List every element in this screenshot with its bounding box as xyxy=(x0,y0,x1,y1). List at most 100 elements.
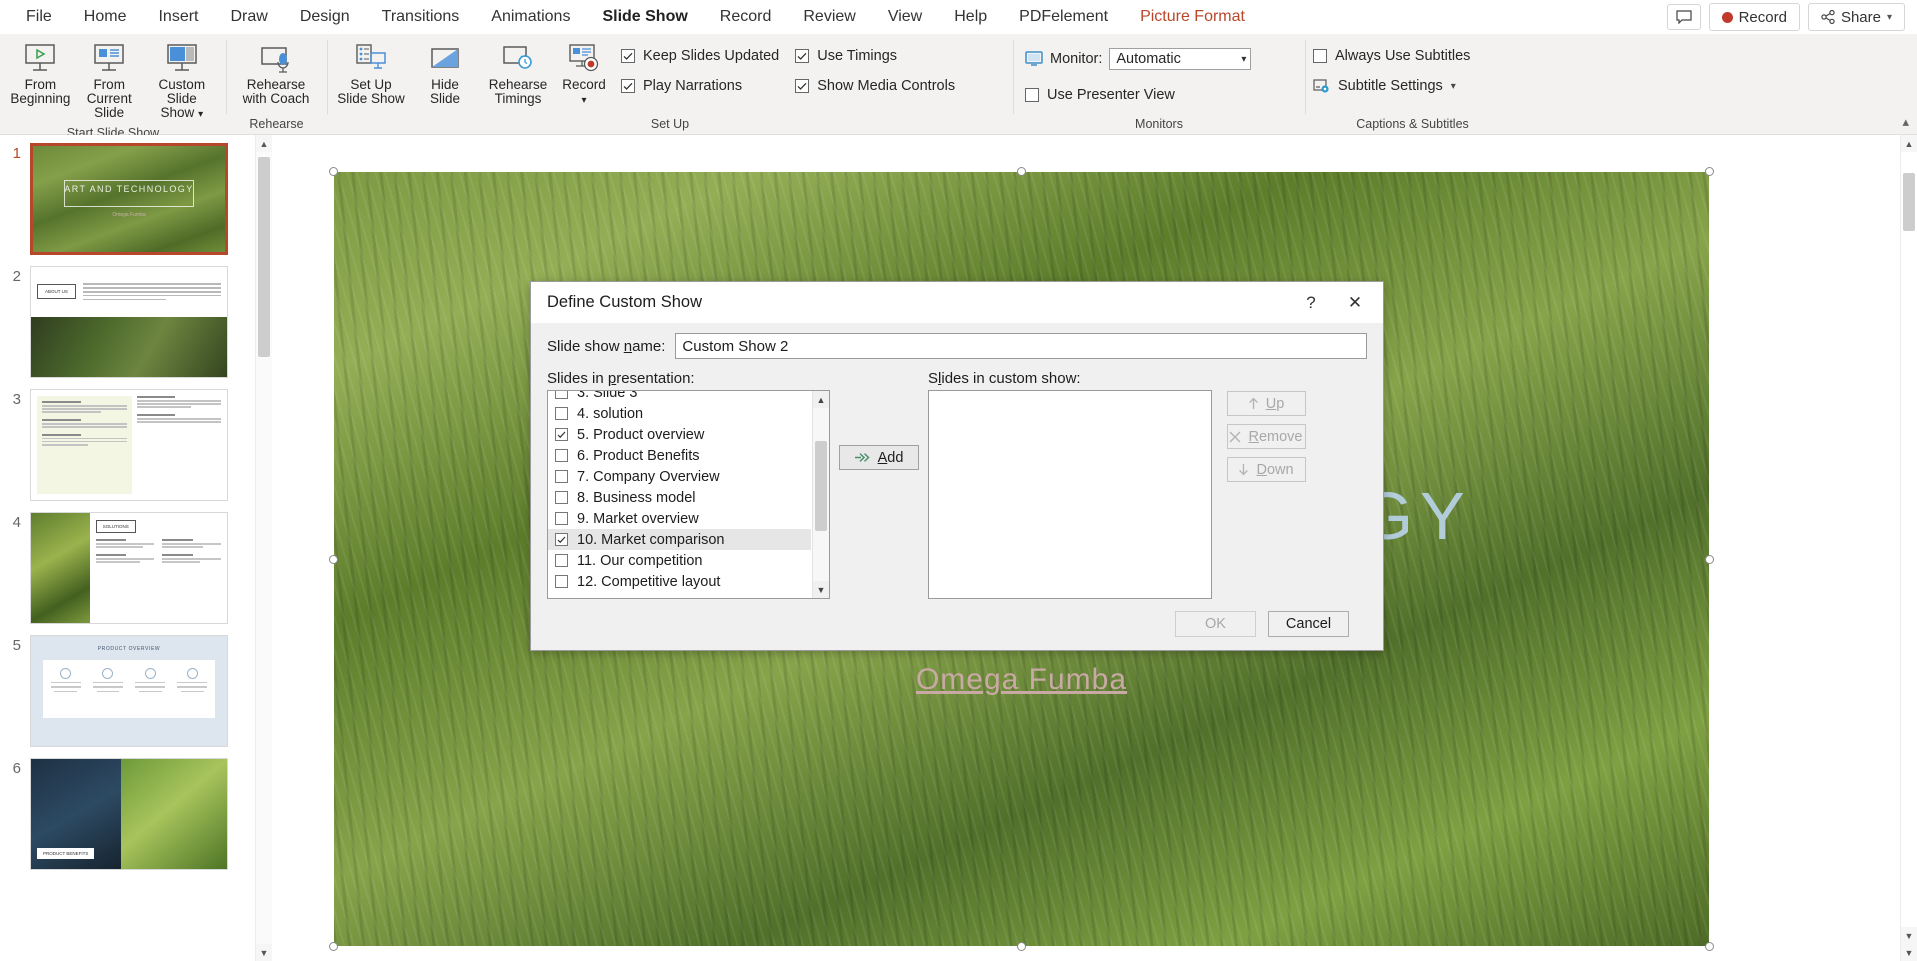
collapse-ribbon-button[interactable]: ▴ xyxy=(1902,114,1909,130)
scrollbar-thumb[interactable] xyxy=(1903,173,1915,231)
list-item[interactable]: 8. Business model xyxy=(548,487,811,508)
tab-slide-show[interactable]: Slide Show xyxy=(586,3,703,31)
scroll-down-icon[interactable]: ▼ xyxy=(256,944,272,961)
checkbox-unchecked-icon[interactable] xyxy=(555,575,568,588)
add-button-column: Add xyxy=(830,370,928,599)
monitor-value: Automatic xyxy=(1116,51,1180,67)
tab-file[interactable]: File xyxy=(10,3,68,31)
hide-slide-button[interactable]: HideSlide xyxy=(409,38,481,110)
list-item[interactable]: 4. solution xyxy=(548,403,811,424)
checkbox-unchecked-icon[interactable] xyxy=(555,449,568,462)
down-button[interactable]: Down xyxy=(1227,457,1306,482)
set-up-slide-show-button[interactable]: Set UpSlide Show xyxy=(333,38,409,110)
thumbnail-slide-1[interactable]: 1 ART AND TECHNOLOGY Omega Fumba xyxy=(0,143,272,255)
checkbox-checked-icon xyxy=(795,49,809,63)
tab-pdfelement[interactable]: PDFelement xyxy=(1003,3,1124,31)
thumbnail-slide-6[interactable]: 6 PRODUCT BENEFITS xyxy=(0,758,272,870)
scroll-down-icon[interactable]: ▼ xyxy=(1901,927,1917,944)
thumbnail-slide-4[interactable]: 4 SOLUTIONS xyxy=(0,512,272,624)
resize-handle-ne[interactable] xyxy=(1705,167,1714,176)
ribbon-group-label-monitors: Monitors xyxy=(1013,117,1305,134)
record-slideshow-button[interactable]: Record▾ xyxy=(555,38,613,112)
rehearse-timings-button[interactable]: RehearseTimings xyxy=(481,38,555,110)
checkbox-unchecked-icon[interactable] xyxy=(555,470,568,483)
scrollbar-thumb[interactable] xyxy=(258,157,270,357)
up-button[interactable]: Up xyxy=(1227,391,1306,416)
thumbnail-slide-5[interactable]: 5 PRODUCT OVERVIEW xyxy=(0,635,272,747)
tab-home[interactable]: Home xyxy=(68,3,143,31)
tab-design[interactable]: Design xyxy=(284,3,366,31)
keep-slides-updated-checkbox[interactable]: Keep Slides Updated xyxy=(621,48,779,64)
thumbnail-slide-3[interactable]: 3 xyxy=(0,389,272,501)
use-timings-checkbox[interactable]: Use Timings xyxy=(795,48,955,64)
show-media-controls-checkbox[interactable]: Show Media Controls xyxy=(795,78,955,94)
play-narrations-checkbox[interactable]: Play Narrations xyxy=(621,78,779,94)
from-current-slide-button[interactable]: FromCurrent Slide xyxy=(75,38,144,124)
list-item[interactable]: 7. Company Overview xyxy=(548,466,811,487)
list-item[interactable]: 3. Slide 3 xyxy=(548,390,811,403)
remove-button[interactable]: Remove xyxy=(1227,424,1306,449)
monitor-select[interactable]: Automatic ▾ xyxy=(1109,48,1251,70)
use-presenter-view-checkbox[interactable]: Use Presenter View xyxy=(1025,87,1175,103)
resize-handle-n[interactable] xyxy=(1017,167,1026,176)
checkbox-unchecked-icon[interactable] xyxy=(555,407,568,420)
ok-button[interactable]: OK xyxy=(1175,611,1256,637)
resize-handle-e[interactable] xyxy=(1705,555,1714,564)
help-button[interactable]: ? xyxy=(1289,285,1333,321)
tab-record[interactable]: Record xyxy=(704,3,788,31)
tab-insert[interactable]: Insert xyxy=(142,3,214,31)
tab-view[interactable]: View xyxy=(872,3,938,31)
resize-handle-sw[interactable] xyxy=(329,942,338,951)
slide-show-name-input[interactable]: Custom Show 2 xyxy=(675,333,1367,359)
next-slide-icon[interactable]: ▼ xyxy=(1901,944,1917,961)
tab-review[interactable]: Review xyxy=(787,3,871,31)
custom-slide-show-button[interactable]: Custom SlideShow ▾ xyxy=(144,38,220,126)
record-button[interactable]: Record xyxy=(1709,3,1800,31)
subtitle-settings-button[interactable]: Subtitle Settings ▾ xyxy=(1313,78,1512,94)
checkbox-unchecked-icon[interactable] xyxy=(555,512,568,525)
thumbnail-slide-2[interactable]: 2 ABOUT US xyxy=(0,266,272,378)
checkbox-unchecked-icon[interactable] xyxy=(555,390,568,399)
scroll-up-icon[interactable]: ▲ xyxy=(1901,135,1917,152)
scrollbar-thumb[interactable] xyxy=(815,441,827,531)
scroll-down-icon[interactable]: ▼ xyxy=(813,581,829,598)
always-use-subtitles-checkbox[interactable]: Always Use Subtitles xyxy=(1313,48,1512,64)
tab-animations[interactable]: Animations xyxy=(475,3,586,31)
checkbox-unchecked-icon[interactable] xyxy=(555,491,568,504)
comments-button[interactable] xyxy=(1667,4,1701,30)
resize-handle-s[interactable] xyxy=(1017,942,1026,951)
resize-handle-se[interactable] xyxy=(1705,942,1714,951)
list-item[interactable]: 6. Product Benefits xyxy=(548,445,811,466)
canvas-scrollbar[interactable]: ▲ ▼ ▼ xyxy=(1900,135,1917,961)
close-icon[interactable]: ✕ xyxy=(1333,285,1377,321)
checkbox-checked-icon xyxy=(795,79,809,93)
resize-handle-w[interactable] xyxy=(329,555,338,564)
checkbox-checked-icon[interactable] xyxy=(555,428,568,441)
list-item[interactable]: 9. Market overview xyxy=(548,508,811,529)
scroll-up-icon[interactable]: ▲ xyxy=(256,135,272,152)
slides-in-presentation-listbox[interactable]: 3. Slide 3 4. solution 5. Product overvi… xyxy=(547,390,830,599)
rehearse-with-coach-button[interactable]: Rehearsewith Coach xyxy=(232,38,320,110)
checkbox-checked-icon[interactable] xyxy=(555,533,568,546)
add-button[interactable]: Add xyxy=(839,445,919,470)
thumbnail-scrollbar[interactable]: ▲ ▼ xyxy=(255,135,272,961)
list-item[interactable]: 11. Our competition xyxy=(548,550,811,571)
list-item[interactable]: 5. Product overview xyxy=(548,424,811,445)
play-narrations-label: Play Narrations xyxy=(643,78,742,94)
share-button[interactable]: Share ▾ xyxy=(1808,3,1905,31)
list-item[interactable]: 12. Competitive layout xyxy=(548,571,811,592)
chevron-down-icon: ▾ xyxy=(581,95,586,106)
listbox-scrollbar[interactable]: ▲ ▼ xyxy=(812,391,829,598)
tab-picture-format[interactable]: Picture Format xyxy=(1124,3,1261,31)
list-item[interactable]: 10. Market comparison xyxy=(548,529,811,550)
up-button-label: Up xyxy=(1266,396,1285,412)
tab-transitions[interactable]: Transitions xyxy=(366,3,476,31)
resize-handle-nw[interactable] xyxy=(329,167,338,176)
scroll-up-icon[interactable]: ▲ xyxy=(813,391,829,408)
slides-in-custom-show-listbox[interactable] xyxy=(928,390,1212,599)
checkbox-unchecked-icon[interactable] xyxy=(555,554,568,567)
tab-draw[interactable]: Draw xyxy=(214,3,283,31)
from-beginning-button[interactable]: FromBeginning xyxy=(6,38,75,110)
tab-help[interactable]: Help xyxy=(938,3,1003,31)
cancel-button[interactable]: Cancel xyxy=(1268,611,1349,637)
